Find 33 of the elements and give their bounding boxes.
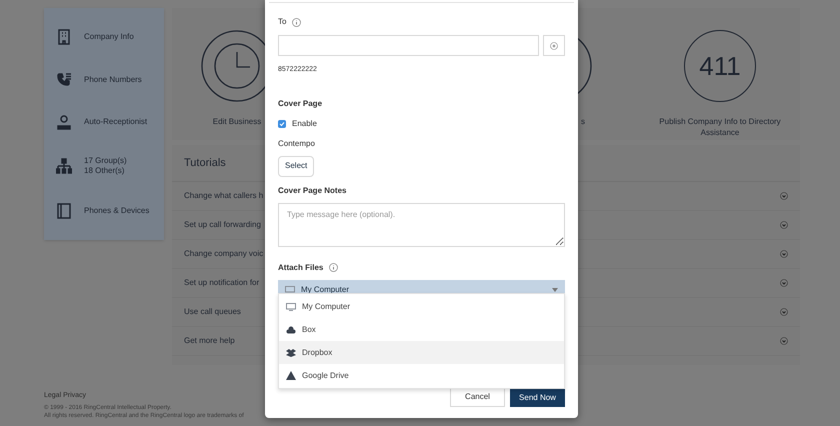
tutorial-link[interactable]: Change what callers h xyxy=(184,190,264,202)
sidebar-item[interactable]: 17 Group(s) 18 Other(s) xyxy=(44,156,164,176)
sidebar-label: Auto-Receptionist xyxy=(84,116,148,127)
checkbox-label: Enable xyxy=(292,118,317,130)
sidebar-sublabel: 18 Other(s) xyxy=(84,166,126,176)
tutorial-link[interactable]: Set up call forwarding xyxy=(184,219,261,231)
notes-field[interactable]: Type message here (optional). xyxy=(278,202,565,246)
field-label: To xyxy=(278,16,286,28)
tutorial-link[interactable]: Use call queues xyxy=(184,306,241,318)
tutorials-title: Tutorials xyxy=(184,156,226,171)
tutorial-link[interactable]: Set up notification for xyxy=(184,277,260,289)
sidebar-item[interactable]: Company Info xyxy=(44,29,164,46)
menu-option[interactable]: Google Drive xyxy=(279,364,564,387)
section-label: Cover Page xyxy=(278,98,324,110)
section-label: Cover Page Notes xyxy=(278,184,348,196)
shortcut-label[interactable]: Publish Company Info to Directory Assistance xyxy=(656,116,784,138)
directory-badge[interactable]: 411 xyxy=(684,30,756,102)
sidebar-label: 17 Group(s) xyxy=(84,156,127,166)
sidebar-label: Company Info xyxy=(84,32,134,42)
sidebar-label: Phones & Devices xyxy=(84,206,150,216)
tutorial-link[interactable]: Change company voic xyxy=(184,248,264,260)
sidebar-item[interactable]: Phones & Devices xyxy=(44,202,164,219)
sidebar-item[interactable]: Phone Numbers xyxy=(44,72,164,88)
send-button[interactable]: Send Now xyxy=(510,388,565,407)
shortcut-label[interactable]: s xyxy=(581,116,585,127)
sidebar-label: Phone Numbers xyxy=(84,74,142,85)
menu-option[interactable]: Dropbox xyxy=(279,341,564,364)
tutorial-link[interactable]: Get more help xyxy=(184,335,235,347)
section-label: Attach Files xyxy=(278,262,324,274)
menu-option[interactable]: Box xyxy=(279,318,564,341)
select-button[interactable]: Select xyxy=(278,156,314,176)
template-name: Contempo xyxy=(278,138,316,150)
sidebar-item[interactable]: Auto-Receptionist xyxy=(44,114,164,130)
